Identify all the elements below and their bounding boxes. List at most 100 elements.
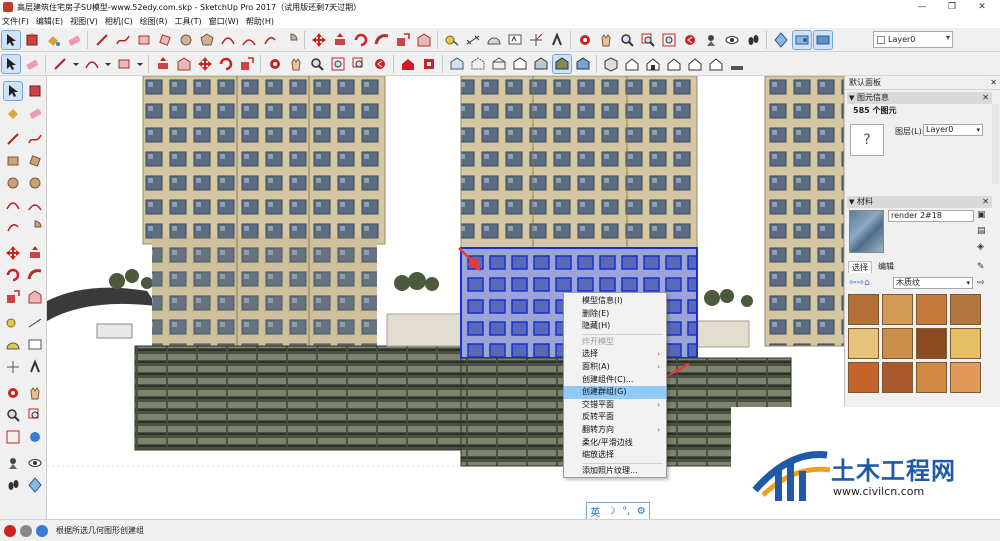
layer-visible-checkbox[interactable] xyxy=(877,36,885,44)
scale-icon[interactable] xyxy=(394,31,412,49)
line-tool-icon[interactable] xyxy=(51,55,69,73)
arc-icon[interactable] xyxy=(83,55,101,73)
zoom-icon[interactable] xyxy=(618,31,636,49)
section-plane-icon[interactable] xyxy=(26,476,44,494)
back-edges-icon[interactable] xyxy=(469,55,487,73)
select-tool-icon[interactable] xyxy=(3,81,23,101)
polygon-icon[interactable] xyxy=(26,174,44,192)
axes-icon[interactable] xyxy=(527,31,545,49)
menu-help[interactable]: 帮助(H) xyxy=(246,16,274,27)
material-swatch[interactable] xyxy=(950,294,981,325)
close-icon[interactable]: ✕ xyxy=(990,76,997,90)
two-point-arc-icon[interactable] xyxy=(240,31,258,49)
rotated-rectangle-icon[interactable] xyxy=(26,152,44,170)
tape-measure-icon[interactable] xyxy=(443,31,461,49)
context-menu-item[interactable]: 柔化/平滑边线 xyxy=(564,437,666,450)
arc-icon[interactable] xyxy=(219,31,237,49)
offset-icon[interactable] xyxy=(26,288,44,306)
warehouse-icon[interactable] xyxy=(399,55,417,73)
context-menu-item[interactable]: 隐藏(H) xyxy=(564,320,666,333)
context-menu-item[interactable]: 删除(E) xyxy=(564,308,666,321)
offset-icon[interactable] xyxy=(175,55,193,73)
iso-view-icon[interactable] xyxy=(602,55,620,73)
paint-bucket-icon[interactable]: ◈ xyxy=(977,242,984,252)
context-menu-item[interactable]: 交错平面 › xyxy=(564,399,666,412)
menu-draw[interactable]: 绘图(R) xyxy=(140,16,168,27)
material-swatch[interactable] xyxy=(916,294,947,325)
line-tool-icon[interactable] xyxy=(4,130,22,148)
extension-warehouse-icon[interactable] xyxy=(420,55,438,73)
shaded-with-textures-icon[interactable] xyxy=(551,53,572,74)
zoom-window-icon[interactable] xyxy=(350,55,368,73)
right-view-icon[interactable] xyxy=(665,55,683,73)
rotate-icon[interactable] xyxy=(217,55,235,73)
paint-bucket-icon[interactable] xyxy=(4,104,22,122)
material-swatch[interactable] xyxy=(950,328,981,359)
three-point-arc-icon[interactable] xyxy=(4,218,22,236)
material-category-dropdown[interactable]: 木质纹 ▾ xyxy=(893,277,973,289)
close-icon[interactable]: ✕ xyxy=(982,92,989,104)
position-camera-icon[interactable] xyxy=(4,454,22,472)
pan-icon[interactable] xyxy=(597,31,615,49)
select-tool-icon[interactable] xyxy=(0,53,21,74)
chevron-down-icon[interactable] xyxy=(72,55,80,73)
rotate-icon[interactable] xyxy=(352,31,370,49)
material-swatch[interactable] xyxy=(882,294,913,325)
back-arrow-icon[interactable]: ⇦⇨⌂ xyxy=(849,278,870,288)
axes-icon[interactable] xyxy=(4,358,22,376)
top-view-icon[interactable] xyxy=(623,55,641,73)
rotated-rectangle-icon[interactable] xyxy=(156,31,174,49)
entity-layer-dropdown[interactable]: Layer0 ▾ xyxy=(923,124,983,136)
zoom-window-icon[interactable] xyxy=(26,406,44,424)
context-menu-item[interactable]: 模型信息(I) xyxy=(564,295,666,308)
push-pull-icon[interactable] xyxy=(26,244,44,262)
rotate-icon[interactable] xyxy=(4,266,22,284)
context-menu-item[interactable]: 反转平面 xyxy=(564,411,666,424)
line-tool-icon[interactable] xyxy=(93,31,111,49)
orbit-icon[interactable] xyxy=(576,31,594,49)
material-swatch[interactable] xyxy=(882,362,913,393)
chevron-down-icon[interactable] xyxy=(104,55,112,73)
walk-icon[interactable] xyxy=(4,476,22,494)
layer-dropdown[interactable]: Layer0 ▾ xyxy=(873,31,953,48)
material-swatch[interactable] xyxy=(848,294,879,325)
orbit-icon[interactable] xyxy=(266,55,284,73)
material-name-field[interactable]: render 2#18 xyxy=(888,210,974,222)
front-view-icon[interactable] xyxy=(644,55,662,73)
context-menu-item[interactable]: 缩放选择 xyxy=(564,449,666,462)
context-menu-item[interactable]: 翻转方向 › xyxy=(564,424,666,437)
dimension-icon[interactable] xyxy=(26,314,44,332)
rectangle-icon[interactable] xyxy=(115,55,133,73)
scrollbar[interactable] xyxy=(992,104,999,184)
pan-icon[interactable] xyxy=(287,55,305,73)
arc-icon[interactable] xyxy=(4,196,22,214)
section-plane-icon[interactable] xyxy=(772,31,790,49)
menu-edit[interactable]: 编辑(E) xyxy=(36,16,63,27)
offset-icon[interactable] xyxy=(415,31,433,49)
circle-icon[interactable] xyxy=(177,31,195,49)
user-icon[interactable] xyxy=(36,524,48,537)
context-menu-item[interactable]: 添加照片纹理... xyxy=(564,465,666,478)
3d-text-icon[interactable] xyxy=(548,31,566,49)
make-component-icon[interactable] xyxy=(23,31,41,49)
position-camera-icon[interactable] xyxy=(702,31,720,49)
default-material-icon[interactable]: ▤ xyxy=(977,226,986,236)
material-swatch[interactable] xyxy=(848,362,879,393)
two-point-arc-icon[interactable] xyxy=(26,196,44,214)
zoom-extents-icon[interactable] xyxy=(329,55,347,73)
model-scene[interactable] xyxy=(47,76,844,519)
protractor-icon[interactable] xyxy=(4,336,22,354)
model-viewport[interactable] xyxy=(47,76,844,519)
material-swatch[interactable] xyxy=(848,328,879,359)
gear-icon[interactable]: ⚙ xyxy=(637,506,646,517)
display-section-planes-icon[interactable] xyxy=(791,29,812,50)
create-material-icon[interactable]: ▣ xyxy=(977,210,986,220)
push-pull-icon[interactable] xyxy=(331,31,349,49)
context-menu-item[interactable]: 面积(A) › xyxy=(564,361,666,374)
rectangle-icon[interactable] xyxy=(135,31,153,49)
pie-icon[interactable] xyxy=(282,31,300,49)
dimension-icon[interactable] xyxy=(464,31,482,49)
shaded-icon[interactable] xyxy=(532,55,550,73)
details-arrow-icon[interactable]: ⇨ xyxy=(977,278,985,288)
protractor-icon[interactable] xyxy=(485,31,503,49)
